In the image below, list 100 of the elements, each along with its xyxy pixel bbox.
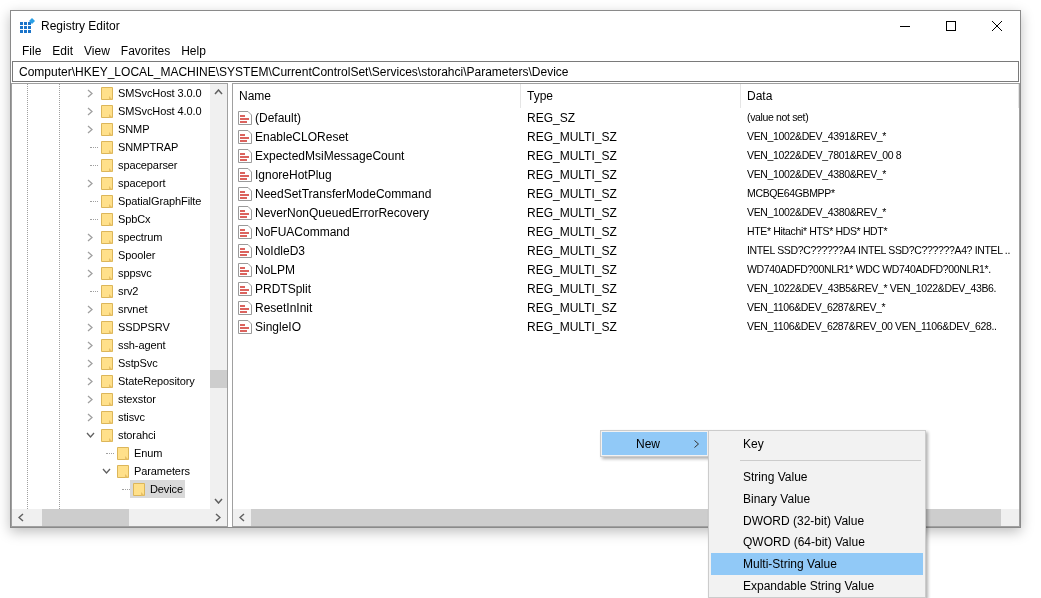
string-value-icon	[237, 166, 253, 183]
expand-chevron-icon[interactable]	[87, 358, 93, 368]
scroll-up-icon[interactable]	[214, 89, 223, 95]
tree-item[interactable]: SNMP	[98, 120, 152, 138]
tree-item[interactable]: SpbCx	[98, 210, 153, 228]
column-header[interactable]: Name	[233, 84, 521, 108]
folder-icon	[101, 230, 113, 244]
string-value-icon	[237, 223, 253, 240]
value-name[interactable]: NoLPM	[255, 260, 295, 279]
value-data: VEN_1002&DEV_4391&REV_*	[746, 128, 887, 144]
menu-item[interactable]: DWORD (32-bit) Value	[711, 509, 923, 532]
value-type: REG_MULTI_SZ	[526, 318, 618, 336]
tree-item[interactable]: SpatialGraphFilte	[98, 192, 204, 210]
string-value-icon	[237, 242, 253, 259]
folder-icon	[101, 248, 113, 262]
expand-chevron-icon[interactable]	[87, 340, 93, 350]
folder-icon	[133, 482, 145, 496]
tree-item[interactable]: SstpSvc	[98, 354, 160, 372]
value-name[interactable]: SingleIO	[255, 317, 302, 336]
menu-item[interactable]: Edit	[48, 42, 78, 60]
menu-item[interactable]: Multi-String Value	[711, 553, 923, 576]
folder-icon	[101, 104, 113, 118]
horizontal-scrollbar[interactable]	[12, 509, 227, 526]
tree-item[interactable]: sppsvc	[98, 264, 154, 282]
menu-item[interactable]: Help	[177, 42, 210, 60]
tree-item[interactable]: SNMPTRAP	[98, 138, 181, 156]
address-bar[interactable]: Computer\HKEY_LOCAL_MACHINE\SYSTEM\CurrentControlSet\Services\storahci\Parameters\Device	[12, 61, 1019, 82]
menu-item[interactable]: Key	[711, 433, 923, 455]
tree-item[interactable]: spectrum	[98, 228, 165, 246]
tree-item[interactable]: spaceport	[98, 174, 168, 192]
menu-item[interactable]: Favorites	[116, 42, 175, 60]
scroll-left-icon[interactable]	[18, 513, 24, 522]
value-name[interactable]: ResetInInit	[255, 298, 313, 317]
tree-item[interactable]: SMSvcHost 3.0.0	[98, 84, 204, 102]
tree-item[interactable]: SMSvcHost 4.0.0	[98, 102, 204, 120]
maximize-icon	[946, 21, 956, 31]
folder-icon	[101, 392, 113, 406]
scrollbar-thumb[interactable]	[42, 509, 129, 526]
column-header[interactable]: Type	[521, 84, 741, 108]
value-name[interactable]: IgnoreHotPlug	[255, 165, 332, 184]
tree-item[interactable]: Parameters	[114, 462, 192, 480]
expand-chevron-icon[interactable]	[87, 412, 93, 422]
scroll-left-icon[interactable]	[239, 513, 245, 522]
value-type: REG_MULTI_SZ	[526, 166, 618, 184]
expand-chevron-icon[interactable]	[87, 124, 93, 134]
tree-item[interactable]: StateRepository	[98, 372, 197, 390]
expand-chevron-icon[interactable]	[87, 304, 93, 314]
value-type: REG_MULTI_SZ	[526, 280, 618, 298]
column-header[interactable]: Data	[741, 84, 1019, 108]
value-name[interactable]: NoIdleD3	[255, 241, 306, 260]
menu-item[interactable]: View	[80, 42, 114, 60]
expand-chevron-icon[interactable]	[87, 268, 93, 278]
value-name[interactable]: PRDTSplit	[255, 279, 311, 298]
collapse-chevron-icon[interactable]	[85, 432, 95, 438]
vertical-scrollbar[interactable]	[210, 84, 227, 509]
value-data: MCBQE64GBMPP*	[746, 185, 835, 201]
folder-icon	[101, 356, 113, 370]
folder-icon	[101, 338, 113, 352]
tree-item[interactable]: spaceparser	[98, 156, 180, 174]
menu-item[interactable]: Expandable String Value	[711, 575, 923, 597]
value-type: REG_MULTI_SZ	[526, 147, 618, 165]
tree-item[interactable]: Device	[130, 480, 186, 498]
collapse-chevron-icon[interactable]	[101, 468, 111, 474]
string-value-icon	[237, 318, 253, 335]
scrollbar-thumb[interactable]	[210, 370, 227, 388]
tree-item[interactable]: SSDPSRV	[98, 318, 172, 336]
tree-item[interactable]: Enum	[114, 444, 165, 462]
expand-chevron-icon[interactable]	[87, 394, 93, 404]
expand-chevron-icon[interactable]	[87, 88, 93, 98]
menu-item[interactable]: String Value	[711, 465, 923, 488]
scroll-down-icon[interactable]	[214, 498, 223, 504]
value-data: HTE* Hitachi* HTS* HDS* HDT*	[746, 223, 888, 239]
value-name[interactable]: EnableCLOReset	[255, 127, 349, 146]
tree-item[interactable]: stexstor	[98, 390, 158, 408]
value-name[interactable]: NeverNonQueuedErrorRecovery	[255, 203, 430, 222]
value-type: REG_MULTI_SZ	[526, 128, 618, 146]
tree-item[interactable]: ssh-agent	[98, 336, 168, 354]
tree-item[interactable]: storahci	[98, 426, 158, 444]
expand-chevron-icon[interactable]	[87, 232, 93, 242]
menu-item[interactable]: Binary Value	[711, 487, 923, 510]
value-name[interactable]: NoFUACommand	[255, 222, 350, 241]
value-name[interactable]: ExpectedMsiMessageCount	[255, 146, 405, 165]
menu-item[interactable]: File	[18, 42, 46, 60]
folder-icon	[101, 284, 113, 298]
menu-item[interactable]: New	[602, 432, 707, 455]
value-name[interactable]: NeedSetTransferModeCommand	[255, 184, 432, 203]
window-title: Registry Editor	[41, 18, 120, 35]
expand-chevron-icon[interactable]	[87, 106, 93, 116]
scroll-right-icon[interactable]	[215, 513, 221, 522]
expand-chevron-icon[interactable]	[87, 322, 93, 332]
tree-item[interactable]: Spooler	[98, 246, 158, 264]
value-name[interactable]: (Default)	[255, 108, 301, 127]
menu-item[interactable]: QWORD (64-bit) Value	[711, 531, 923, 554]
tree-item[interactable]: stisvc	[98, 408, 147, 426]
tree-item[interactable]: srv2	[98, 282, 141, 300]
expand-chevron-icon[interactable]	[87, 250, 93, 260]
tree-item[interactable]: srvnet	[98, 300, 150, 318]
expand-chevron-icon[interactable]	[87, 376, 93, 386]
value-data: VEN_1106&DEV_6287&REV_*	[746, 299, 886, 315]
expand-chevron-icon[interactable]	[87, 178, 93, 188]
